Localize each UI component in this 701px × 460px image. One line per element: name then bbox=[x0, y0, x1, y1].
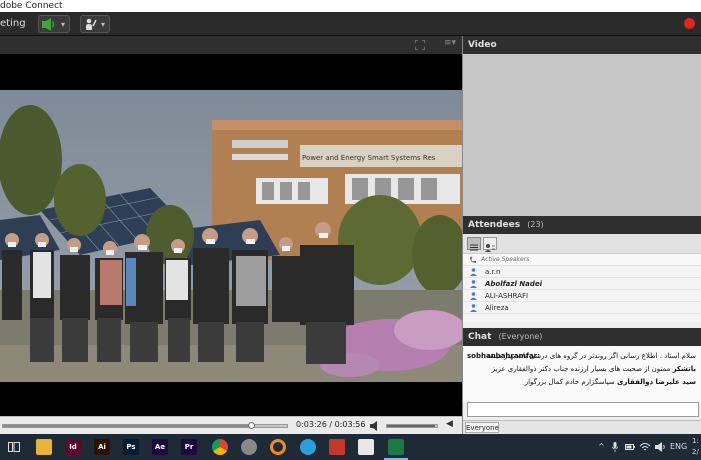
video-pod-header: Video bbox=[463, 36, 701, 54]
adobe-connect-window: dobe Connect eting ▾ ▾ ≡▾ Power and Ener… bbox=[0, 0, 701, 460]
telegram-icon[interactable] bbox=[300, 439, 316, 455]
orange-ring-app-icon[interactable] bbox=[270, 439, 286, 455]
playback-progress-fill bbox=[3, 425, 251, 427]
user-icon bbox=[470, 304, 477, 312]
wifi-icon[interactable] bbox=[639, 442, 651, 452]
list-icon bbox=[470, 244, 478, 251]
attendees-pod-header: Attendees (23) bbox=[463, 216, 701, 234]
attendee-row[interactable]: ALI-ASHRAFI bbox=[463, 290, 701, 302]
phone-icon bbox=[470, 256, 476, 263]
file-explorer-icon[interactable] bbox=[36, 439, 52, 455]
illustrator-app-icon[interactable]: Ai bbox=[94, 439, 110, 455]
chevron-down-icon: ▾ bbox=[101, 20, 106, 29]
attendees-view-bar bbox=[463, 234, 701, 254]
attendee-row[interactable]: Abolfazl Nadei bbox=[463, 278, 701, 290]
battery-icon[interactable] bbox=[625, 442, 635, 452]
chat-message: باتشکر ممنون از صحبت های بسیار ارزنده جن… bbox=[491, 365, 696, 373]
volume-icon[interactable] bbox=[370, 421, 380, 431]
clock-date[interactable]: 2/ bbox=[692, 447, 699, 457]
microphone-icon[interactable] bbox=[612, 442, 618, 452]
attendee-row[interactable]: Alireza bbox=[463, 302, 701, 314]
chat-footer: Everyone bbox=[463, 420, 701, 434]
attendee-name: Alireza bbox=[485, 304, 509, 312]
speaker-icon bbox=[42, 18, 55, 31]
chat-input[interactable] bbox=[467, 402, 699, 417]
chat-highlight: باتشکر bbox=[672, 365, 696, 373]
disc-app-icon[interactable] bbox=[241, 439, 257, 455]
person-hand-icon bbox=[86, 18, 97, 30]
windows-taskbar: Id Ai Ps Ae Pr ^ ENG 1: 2/ bbox=[0, 434, 701, 460]
group-photo: Power and Energy Smart Systems Res bbox=[0, 90, 468, 382]
meeting-toolbar: eting ▾ ▾ bbox=[0, 12, 701, 36]
attendee-name: Abolfazl Nadei bbox=[485, 280, 543, 288]
indesign-app-icon[interactable]: Id bbox=[65, 439, 81, 455]
attendees-count: (23) bbox=[527, 220, 544, 229]
attendees-title: Attendees bbox=[468, 220, 521, 230]
active-speakers-label: Active Speakers bbox=[481, 256, 530, 263]
chat-pod-header: Chat (Everyone) bbox=[463, 328, 701, 346]
clock-time[interactable]: 1: bbox=[692, 436, 699, 446]
premiere-app-icon[interactable]: Pr bbox=[181, 439, 197, 455]
person-list-icon bbox=[485, 244, 495, 252]
chat-recipient-dropdown[interactable]: Everyone bbox=[465, 422, 499, 433]
user-icon bbox=[470, 280, 477, 288]
right-pod-column: Video Attendees (23) Active Speakers a.r… bbox=[462, 36, 701, 434]
red-app-icon[interactable] bbox=[329, 439, 345, 455]
attendee-row[interactable]: a.r.n bbox=[463, 266, 701, 278]
chevron-down-icon: ▾ bbox=[61, 20, 66, 29]
video-pod-title: Video bbox=[468, 40, 497, 50]
volume-icon[interactable] bbox=[655, 442, 667, 452]
role-view-button[interactable] bbox=[483, 237, 497, 252]
task-view-icon[interactable] bbox=[8, 441, 20, 453]
chat-message: سید علیرضا ذوالفقاری سپاسگزارم خادم کمال… bbox=[524, 378, 696, 386]
chat-title: Chat bbox=[468, 332, 492, 342]
attendee-name: ALI-ASHRAFI bbox=[485, 292, 529, 300]
chrome-icon[interactable] bbox=[212, 439, 228, 455]
chat-messages: sobhanbahramfar: سلام استاد . اطلاع رسان… bbox=[463, 346, 701, 402]
fullscreen-icon[interactable] bbox=[415, 40, 425, 50]
chevron-up-icon[interactable]: ^ bbox=[598, 434, 605, 460]
volume-slider[interactable] bbox=[386, 424, 438, 428]
chat-highlight: سید علیرضا ذوالفقاری bbox=[616, 378, 696, 386]
record-indicator-icon[interactable] bbox=[684, 18, 695, 29]
user-icon bbox=[470, 268, 477, 276]
volume-max-icon: ◀ bbox=[446, 419, 453, 429]
meeting-menu[interactable]: eting bbox=[0, 12, 26, 36]
playback-seek-bar[interactable] bbox=[2, 424, 288, 428]
attendee-name: a.r.n bbox=[485, 268, 501, 276]
attendees-list: a.r.n Abolfazl Nadei ALI-ASHRAFI Alireza bbox=[463, 266, 701, 322]
acrobat-icon[interactable] bbox=[358, 439, 374, 455]
building-banner: Power and Energy Smart Systems Res bbox=[302, 154, 436, 162]
user-icon bbox=[470, 292, 477, 300]
photoshop-app-icon[interactable]: Ps bbox=[123, 439, 139, 455]
active-speakers-section: Active Speakers bbox=[463, 254, 701, 266]
pod-options-icon[interactable]: ≡▾ bbox=[444, 38, 456, 48]
chat-scope: (Everyone) bbox=[498, 332, 543, 341]
shared-video-frame: Power and Energy Smart Systems Res bbox=[0, 90, 468, 382]
volume-fill bbox=[387, 425, 435, 427]
playback-time: 0:03:26 / 0:03:56 bbox=[296, 420, 366, 429]
playback-seek-handle[interactable] bbox=[247, 422, 255, 429]
chat-message: سلام استاد . اطلاع رسانی اگر روندتر در گ… bbox=[485, 352, 696, 360]
excel-icon[interactable] bbox=[388, 439, 404, 455]
raise-hand-button[interactable]: ▾ bbox=[80, 15, 110, 33]
window-title: dobe Connect bbox=[0, 1, 63, 11]
speaker-button[interactable]: ▾ bbox=[38, 15, 70, 33]
title-bar: dobe Connect bbox=[0, 0, 701, 12]
input-language[interactable]: ENG bbox=[670, 434, 687, 460]
after-effects-app-icon[interactable]: Ae bbox=[152, 439, 168, 455]
list-view-button[interactable] bbox=[467, 237, 481, 251]
share-pod-header: ≡▾ bbox=[0, 36, 462, 54]
playback-controls: 0:03:26 / 0:03:56 ◀ bbox=[0, 416, 462, 434]
